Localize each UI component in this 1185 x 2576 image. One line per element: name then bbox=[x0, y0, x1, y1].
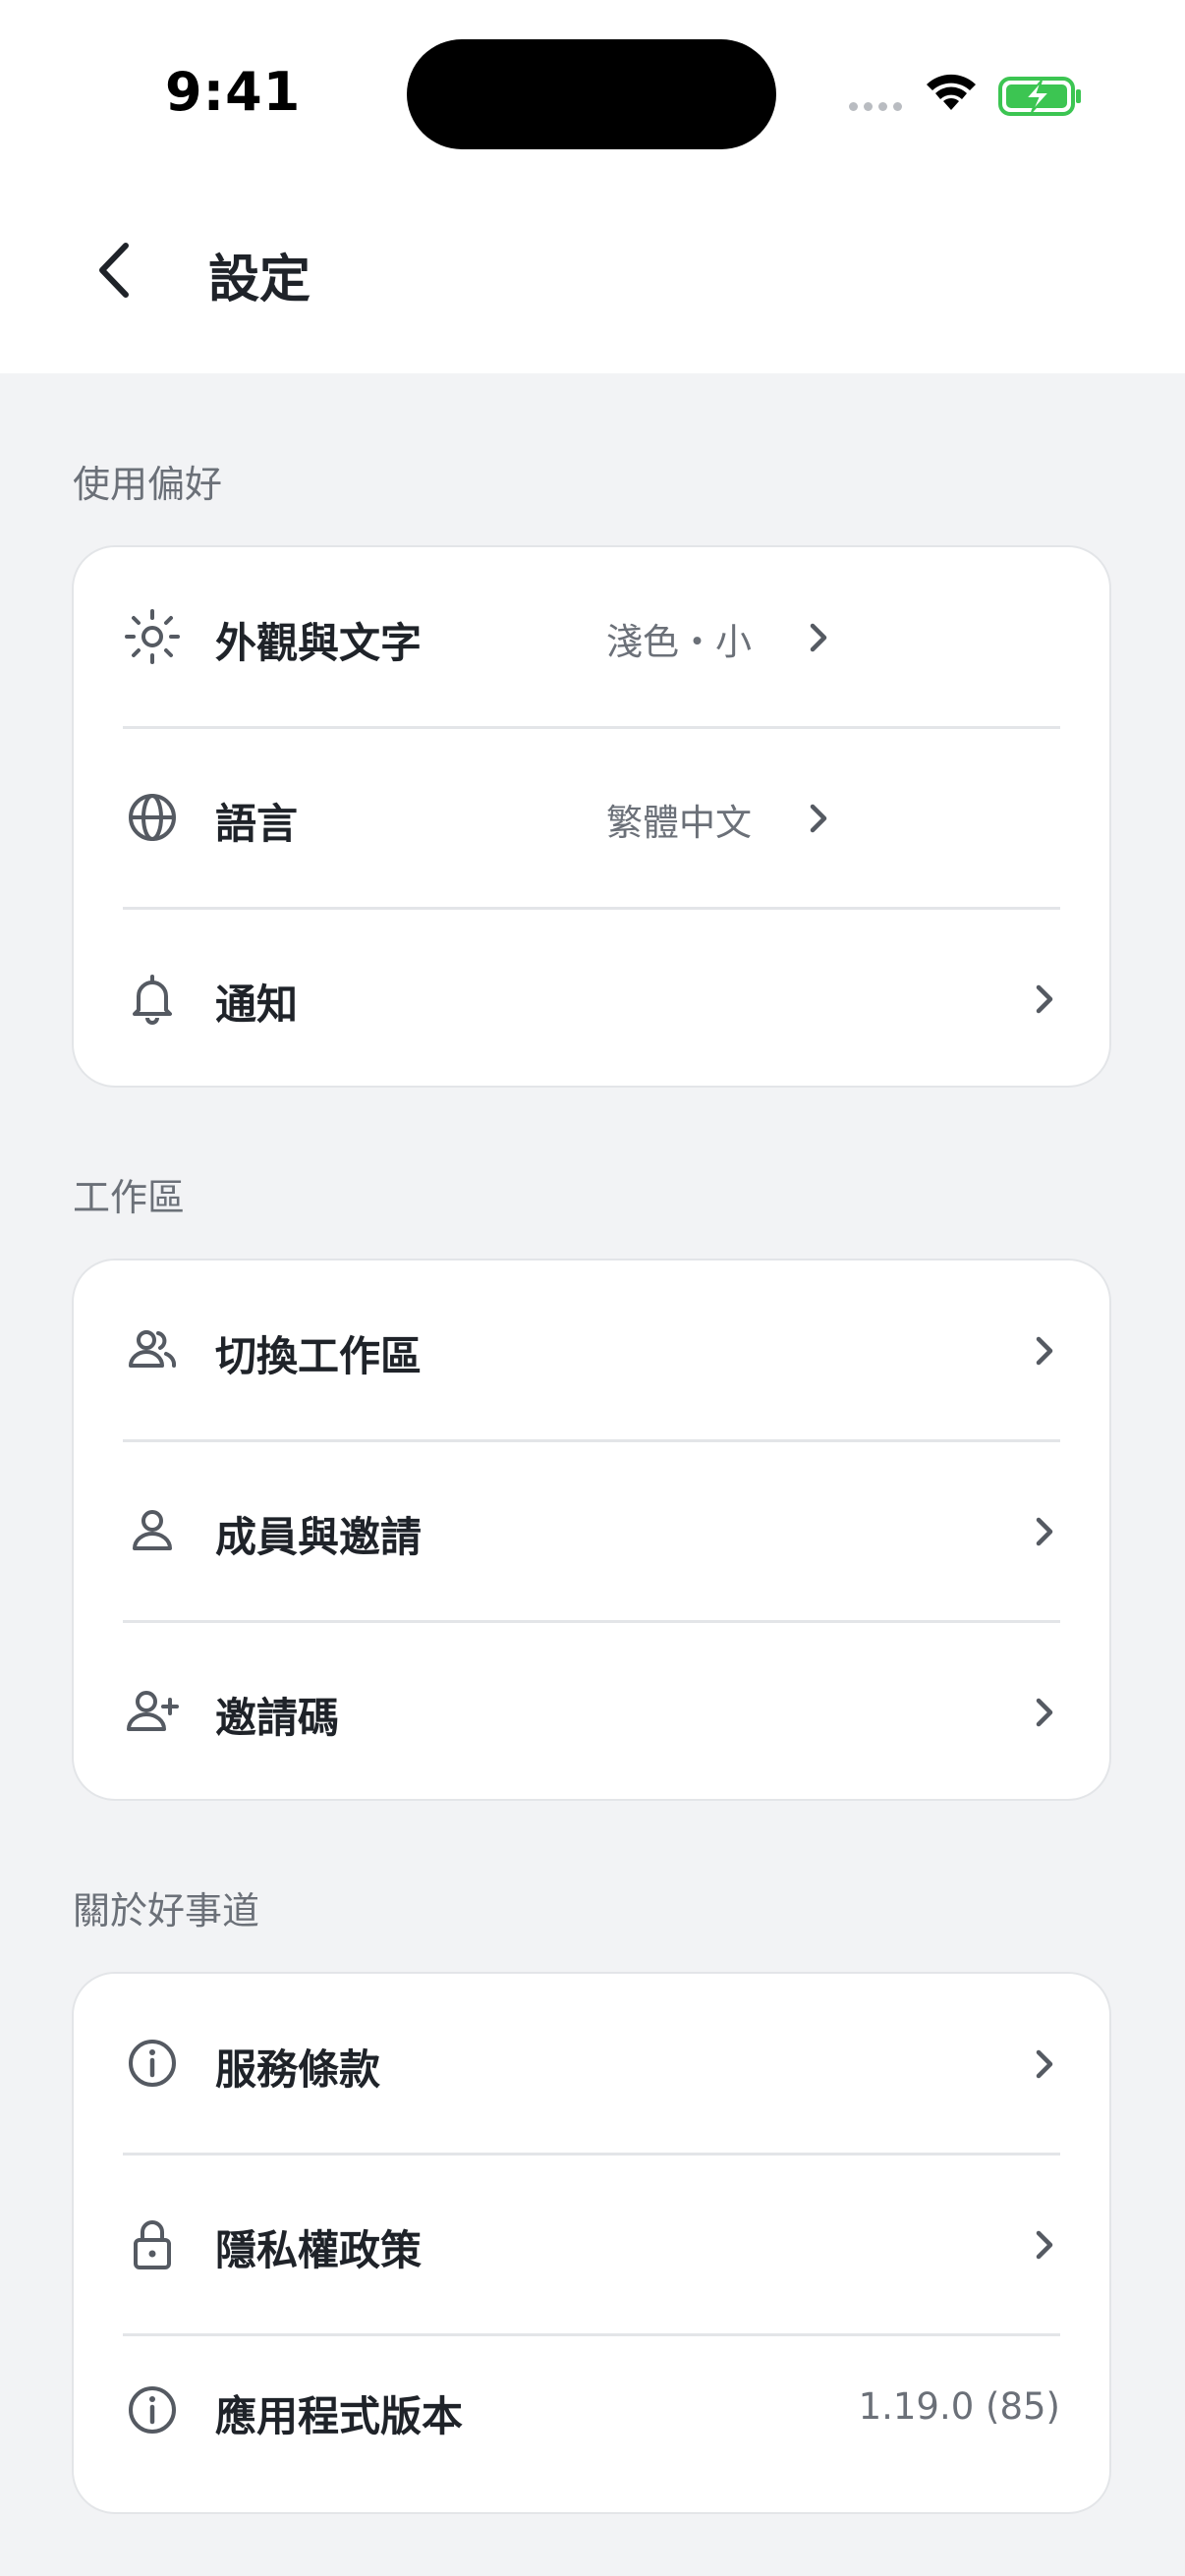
back-button[interactable] bbox=[83, 236, 151, 305]
appearance-label: 外觀與文字 bbox=[215, 619, 423, 667]
section-title-workspace: 工作區 bbox=[73, 1176, 186, 1219]
nav-bar: 設定 bbox=[0, 187, 1185, 373]
status-time: 9:41 bbox=[165, 61, 302, 123]
language-value: 繁體中文 bbox=[606, 802, 752, 844]
notifications-label: 通知 bbox=[215, 980, 299, 1029]
chevron-right-icon bbox=[1036, 1517, 1053, 1546]
section-title-preferences: 使用偏好 bbox=[73, 463, 223, 506]
dynamic-island bbox=[407, 39, 776, 149]
globe-icon bbox=[129, 794, 176, 841]
info-icon bbox=[129, 2386, 176, 2434]
section-title-about: 關於好事道 bbox=[73, 1889, 260, 1932]
chevron-right-icon bbox=[810, 623, 827, 652]
app-version-value: 1.19.0 (85) bbox=[858, 2385, 1060, 2428]
cellular-signal-icon bbox=[849, 102, 902, 111]
app-version-item: 應用程式版本 1.19.0 (85) bbox=[74, 2321, 1109, 2500]
chevron-right-icon bbox=[1036, 2230, 1053, 2260]
user-icon bbox=[133, 1510, 172, 1550]
preferences-card: 外觀與文字 淺色・小 語言 繁體中文 通知 bbox=[72, 545, 1111, 1088]
privacy-policy-item[interactable]: 隱私權政策 bbox=[74, 2155, 1109, 2334]
status-bar: 9:41 bbox=[0, 0, 1185, 187]
appearance-value: 淺色・小 bbox=[606, 621, 752, 663]
bell-icon bbox=[133, 975, 172, 1025]
invite-code-item[interactable]: 邀請碼 bbox=[74, 1622, 1109, 1802]
info-icon bbox=[129, 2040, 176, 2087]
terms-of-service-item[interactable]: 服務條款 bbox=[74, 1974, 1109, 2154]
chevron-right-icon bbox=[1036, 1336, 1053, 1366]
privacy-label: 隱私權政策 bbox=[215, 2226, 423, 2274]
wifi-icon bbox=[927, 74, 976, 110]
language-item[interactable]: 語言 繁體中文 bbox=[74, 728, 1109, 908]
notifications-item[interactable]: 通知 bbox=[74, 909, 1109, 1089]
chevron-right-icon bbox=[1036, 984, 1053, 1014]
about-card: 服務條款 隱私權政策 應用程式版本 1.19.0 (85) bbox=[72, 1972, 1111, 2514]
chevron-right-icon bbox=[1036, 1698, 1053, 1727]
language-label: 語言 bbox=[215, 800, 299, 848]
appearance-text-item[interactable]: 外觀與文字 淺色・小 bbox=[74, 547, 1109, 727]
members-invitations-item[interactable]: 成員與邀請 bbox=[74, 1441, 1109, 1621]
switch-workspace-label: 切換工作區 bbox=[215, 1332, 423, 1380]
user-plus-icon bbox=[127, 1691, 179, 1731]
chevron-right-icon bbox=[810, 804, 827, 833]
battery-charging-icon bbox=[998, 77, 1081, 116]
users-icon bbox=[129, 1330, 177, 1368]
invite-code-label: 邀請碼 bbox=[215, 1694, 340, 1742]
lock-icon bbox=[134, 2220, 171, 2269]
switch-workspace-item[interactable]: 切換工作區 bbox=[74, 1260, 1109, 1440]
page-title: 設定 bbox=[208, 251, 311, 309]
chevron-right-icon bbox=[1036, 2049, 1053, 2079]
workspace-card: 切換工作區 成員與邀請 邀請碼 bbox=[72, 1259, 1111, 1801]
app-version-label: 應用程式版本 bbox=[215, 2392, 464, 2440]
terms-label: 服務條款 bbox=[215, 2045, 381, 2094]
sun-icon bbox=[125, 609, 180, 664]
members-label: 成員與邀請 bbox=[215, 1513, 423, 1561]
